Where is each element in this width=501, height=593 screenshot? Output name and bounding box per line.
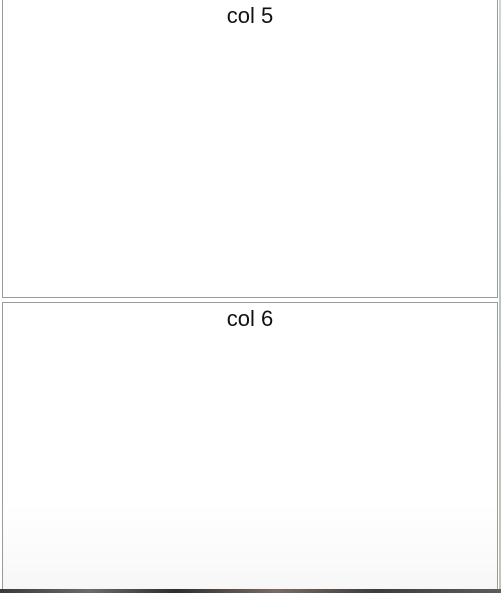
col-6-panel: col 6 (2, 302, 498, 591)
desktop-background-strip (0, 589, 501, 593)
col-5-label: col 5 (226, 3, 274, 28)
col-6-label: col 6 (226, 306, 274, 331)
col-5-panel: col 5 (2, 0, 498, 298)
page: col 5 col 6 (0, 0, 501, 593)
